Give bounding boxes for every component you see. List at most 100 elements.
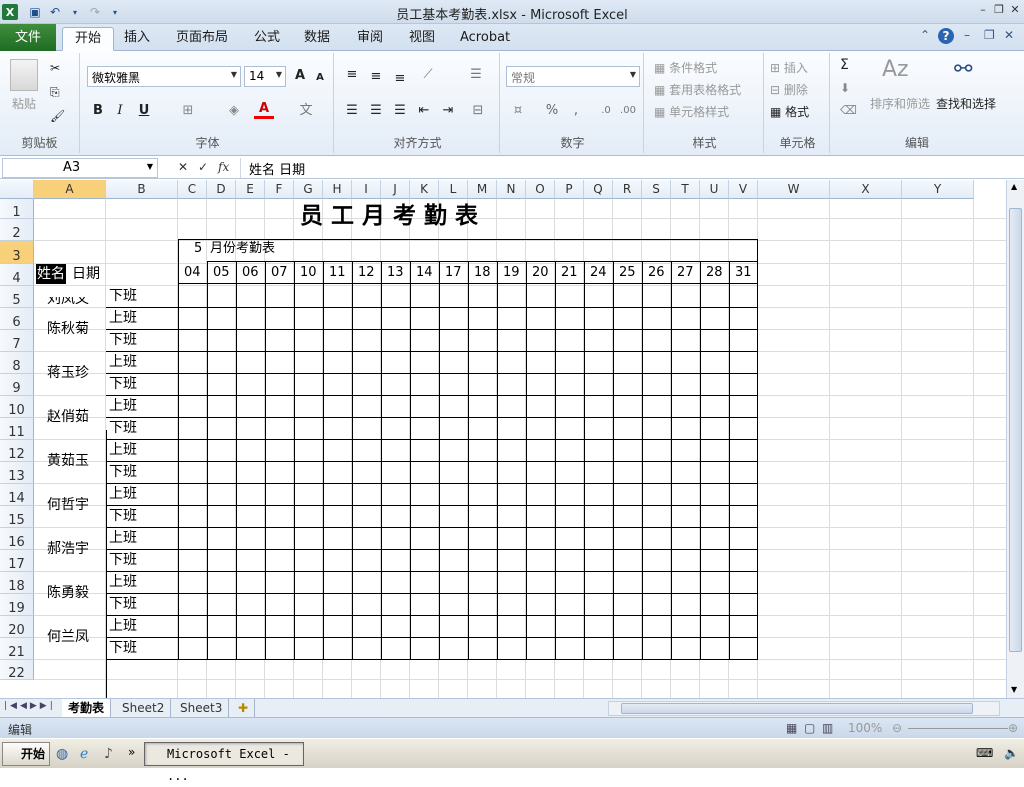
employee-name-cell[interactable]: 陈勇毅 — [47, 583, 89, 603]
horizontal-scrollbar[interactable] — [608, 701, 1000, 716]
shift-on-cell[interactable]: 上班 — [109, 308, 137, 328]
employee-name-cell[interactable]: 陈秋菊 — [47, 319, 89, 339]
media-icon[interactable]: ♪ — [104, 746, 113, 762]
tab-formulas[interactable]: 公式 — [242, 27, 292, 51]
shift-on-cell[interactable]: 上班 — [109, 572, 137, 592]
row-header[interactable]: 21 — [0, 638, 34, 660]
row-header[interactable]: 1 — [0, 199, 34, 220]
grow-font-button[interactable]: A — [290, 66, 310, 86]
increase-decimal-icon[interactable]: .0 — [596, 101, 616, 121]
column-header[interactable]: H — [323, 180, 352, 199]
column-header[interactable]: I — [352, 180, 381, 199]
date-cell[interactable]: 19 — [503, 263, 520, 283]
column-header[interactable]: B — [106, 180, 178, 199]
date-cell[interactable]: 04 — [184, 263, 201, 283]
column-header[interactable]: J — [381, 180, 410, 199]
clear-icon[interactable]: ⌫ — [840, 103, 857, 117]
date-cell[interactable]: 27 — [677, 263, 694, 283]
row-header[interactable]: 10 — [0, 396, 34, 418]
date-cell[interactable]: 17 — [445, 263, 462, 283]
shift-off-cell[interactable]: 下班 — [109, 330, 137, 350]
cancel-icon[interactable]: ✕ — [178, 160, 188, 174]
column-header[interactable]: Y — [902, 180, 974, 199]
column-header[interactable]: L — [439, 180, 468, 199]
zoom-slider[interactable] — [908, 728, 1008, 729]
row-header[interactable]: 2 — [0, 219, 34, 241]
row-header[interactable]: 4 — [0, 264, 34, 286]
column-header[interactable]: M — [468, 180, 497, 199]
column-header[interactable]: U — [700, 180, 729, 199]
column-header[interactable]: E — [236, 180, 265, 199]
employee-name-cell[interactable]: 黄茹玉 — [47, 451, 89, 471]
autosum-button[interactable]: Σ — [840, 57, 849, 73]
sheet-tab-sheet3[interactable]: Sheet3 — [174, 699, 230, 717]
employee-name-cell[interactable]: 刘凤文 — [47, 297, 89, 309]
column-header[interactable]: A — [34, 180, 106, 199]
date-header-cell[interactable]: 日期 — [72, 264, 100, 284]
column-header[interactable]: N — [497, 180, 526, 199]
row-header[interactable]: 6 — [0, 308, 34, 330]
format-painter-icon[interactable]: 🖌 — [50, 109, 65, 123]
column-header[interactable]: T — [671, 180, 700, 199]
zoom-in-icon[interactable]: ⊕ — [1008, 721, 1018, 735]
date-cell[interactable]: 24 — [590, 263, 607, 283]
vertical-scroll-thumb[interactable] — [1009, 208, 1022, 652]
align-left-icon[interactable]: ☰ — [342, 101, 362, 121]
wb-minimize-icon[interactable]: – — [964, 28, 970, 42]
date-cell[interactable]: 10 — [300, 263, 317, 283]
row-header[interactable]: 19 — [0, 594, 34, 616]
currency-icon[interactable]: ¤ — [508, 101, 528, 121]
scroll-up-icon[interactable]: ▲ — [1011, 182, 1017, 191]
format-cells-button[interactable]: ▦ 格式 — [770, 103, 809, 120]
row-header[interactable]: 9 — [0, 374, 34, 396]
employee-name-cell[interactable]: 郝浩宇 — [47, 539, 89, 559]
column-header[interactable]: O — [526, 180, 555, 199]
date-cell[interactable]: 25 — [619, 263, 636, 283]
sheet-nav-icon[interactable]: |◀◀▶▶| — [4, 701, 56, 711]
date-cell[interactable]: 06 — [242, 263, 259, 283]
new-sheet-icon[interactable]: ✚ — [232, 699, 256, 717]
column-header[interactable]: G — [294, 180, 323, 199]
row-header[interactable]: 5 — [0, 286, 34, 308]
font-color-icon[interactable]: A — [254, 99, 274, 119]
date-cell[interactable]: 11 — [329, 263, 346, 283]
employee-name-cell[interactable]: 蒋玉珍 — [47, 363, 89, 383]
date-cell[interactable]: 07 — [271, 263, 288, 283]
shift-on-cell[interactable]: 上班 — [109, 396, 137, 416]
column-header[interactable]: K — [410, 180, 439, 199]
bold-button[interactable]: B — [88, 101, 108, 121]
shift-off-cell[interactable]: 下班 — [109, 506, 137, 526]
percent-button[interactable]: % — [542, 101, 562, 121]
increase-indent-icon[interactable]: ⇥ — [438, 101, 458, 121]
number-format-select[interactable]: 常规 ▼ — [506, 66, 640, 87]
month-label-cell[interactable]: 月份考勤表 — [210, 239, 275, 259]
row-header[interactable]: 20 — [0, 616, 34, 638]
name-header-cell[interactable]: 姓名 — [36, 264, 66, 284]
shift-on-cell[interactable]: 上班 — [109, 528, 137, 548]
employee-name-cell[interactable]: 何哲宇 — [47, 495, 89, 515]
find-select-button[interactable]: 查找和选择 — [936, 95, 996, 112]
date-cell[interactable]: 28 — [706, 263, 723, 283]
row-header[interactable]: 15 — [0, 506, 34, 528]
tab-home[interactable]: 开始 — [62, 27, 115, 51]
row-header[interactable]: 13 — [0, 462, 34, 484]
cut-icon[interactable]: ✂ — [50, 61, 60, 75]
column-header[interactable]: P — [555, 180, 584, 199]
row-header[interactable]: 7 — [0, 330, 34, 352]
tab-acrobat[interactable]: Acrobat — [448, 27, 522, 51]
shift-on-cell[interactable]: 上班 — [109, 616, 137, 636]
date-cell[interactable]: 13 — [387, 263, 404, 283]
sheet-title[interactable]: 员工月考勤表 — [300, 204, 486, 227]
column-header[interactable]: V — [729, 180, 758, 199]
align-middle-icon[interactable]: ≡ — [366, 67, 386, 87]
shift-on-cell[interactable]: 上班 — [109, 440, 137, 460]
column-header[interactable]: F — [265, 180, 294, 199]
date-cell[interactable]: 05 — [213, 263, 230, 283]
help-icon[interactable]: ? — [938, 28, 954, 44]
column-header[interactable]: S — [642, 180, 671, 199]
underline-button[interactable]: U — [134, 101, 154, 121]
column-header[interactable]: R — [613, 180, 642, 199]
tab-page-layout[interactable]: 页面布局 — [164, 27, 240, 51]
scroll-down-icon[interactable]: ▼ — [1011, 685, 1017, 694]
quicklaunch-more-icon[interactable]: » — [128, 745, 135, 759]
